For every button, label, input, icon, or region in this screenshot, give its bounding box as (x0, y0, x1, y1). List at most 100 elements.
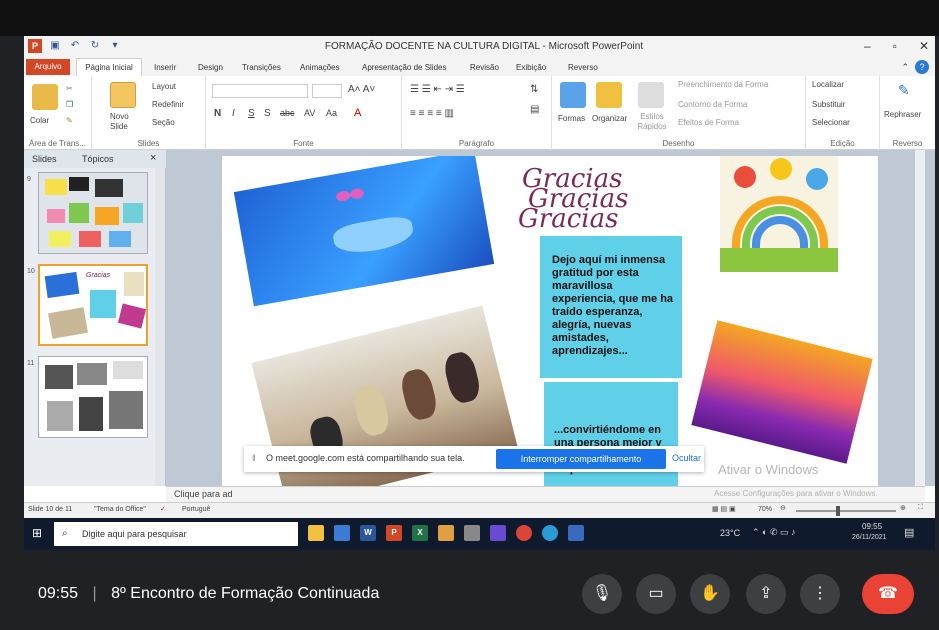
help-icon[interactable]: ? (915, 60, 929, 74)
layout-button[interactable]: Layout (152, 82, 176, 91)
bullets-icon[interactable]: ☰ ☰ ⇤ ⇥ ☰ (410, 84, 465, 95)
underline-icon[interactable]: S (248, 108, 255, 119)
format-painter-icon[interactable]: ✎ (66, 116, 73, 125)
stop-sharing-button[interactable]: Interromper compartilhamento (496, 449, 666, 469)
shape-outline-button[interactable]: Contorno da Forma (678, 100, 747, 109)
view-buttons[interactable]: ▦ ▤ ▣ (712, 505, 736, 513)
new-slide-button[interactable]: Novo Slide (110, 112, 140, 132)
weather-temp[interactable]: 23°C (720, 528, 740, 538)
tab-view[interactable]: Exibição (516, 63, 546, 72)
tab-review[interactable]: Revisão (470, 63, 499, 72)
rephraser-icon[interactable]: ✎ (898, 82, 910, 99)
app-icon[interactable] (438, 525, 454, 541)
gratitude-text-box[interactable]: Dejo aquí mi inmensa gratitud por esta m… (540, 236, 682, 378)
camera-icon[interactable]: ▭ (636, 574, 676, 614)
tab-animations[interactable]: Animações (300, 63, 340, 72)
replace-button[interactable]: Substituir (812, 100, 845, 109)
arrange-button[interactable]: Organizar (592, 114, 627, 123)
zoom-out-icon[interactable]: ⊖ (780, 504, 786, 512)
shape-fill-button[interactable]: Preenchimento da Forma (678, 80, 768, 89)
redo-icon[interactable]: ↻ (88, 39, 102, 53)
arrange-icon[interactable] (596, 82, 622, 108)
more-options-icon[interactable]: ⋮ (800, 574, 840, 614)
cut-icon[interactable]: ✂ (66, 84, 73, 93)
clock-date[interactable]: 26/11/2021 (852, 534, 887, 541)
paste-icon[interactable] (32, 84, 58, 110)
slides-panel-scrollbar[interactable] (155, 168, 165, 486)
close-panel-icon[interactable]: × (150, 152, 156, 164)
font-size-select[interactable] (312, 84, 342, 98)
shadow-icon[interactable]: S (264, 108, 271, 119)
slide-thumbnail-10[interactable]: Gracias (38, 264, 148, 346)
align-text-icon[interactable]: ▤ (530, 104, 539, 115)
reset-button[interactable]: Redefinir (152, 100, 184, 109)
slide-scrollbar[interactable] (915, 150, 925, 486)
spellcheck-icon[interactable]: ✓ (160, 505, 166, 513)
undo-icon[interactable]: ↶ (68, 39, 82, 53)
save-icon[interactable]: ▣ (48, 39, 62, 53)
slide-thumbnail-11[interactable] (38, 356, 148, 438)
slide-thumbnail-9[interactable] (38, 172, 148, 254)
hide-button[interactable]: Ocultar (672, 453, 701, 463)
shapes-button[interactable]: Formas (558, 114, 585, 123)
change-case-icon[interactable]: Aa (326, 108, 337, 118)
raise-hand-icon[interactable]: ✋ (690, 574, 730, 614)
close-icon[interactable]: ✕ (919, 39, 929, 53)
file-explorer-icon[interactable] (308, 525, 324, 541)
quick-styles-icon[interactable] (638, 82, 664, 108)
app-icon[interactable] (464, 525, 480, 541)
app-icon[interactable] (568, 525, 584, 541)
zoom-level[interactable]: 70% (758, 506, 772, 513)
tray-icons[interactable]: ⌃ ◐ ✆ ▭ ♪ (752, 527, 796, 538)
minimize-icon[interactable]: – (864, 39, 871, 53)
tab-slides[interactable]: Slides (32, 154, 57, 164)
taskbar-search-input[interactable]: ⌕ Digite aqui para pesquisar (54, 522, 298, 546)
excel-icon[interactable]: X (412, 525, 428, 541)
tab-outline[interactable]: Tópicos (82, 154, 114, 164)
mail-icon[interactable] (334, 525, 350, 541)
text-direction-icon[interactable]: ⇅ (530, 84, 538, 95)
italic-icon[interactable]: I (232, 108, 235, 119)
quick-styles-button[interactable]: Estilos Rápidos (632, 112, 672, 132)
tab-transitions[interactable]: Transições (242, 63, 281, 72)
align-icons[interactable]: ≡ ≡ ≡ ≡ ▥ (410, 108, 454, 119)
char-spacing-icon[interactable]: AV (304, 108, 315, 118)
maximize-icon[interactable]: ▫ (893, 39, 897, 53)
language[interactable]: Portuguê (182, 506, 210, 513)
end-call-icon[interactable]: ☎ (862, 574, 914, 614)
customize-qat-icon[interactable]: ▾ (108, 39, 122, 53)
collapse-ribbon-icon[interactable]: ⌃ (901, 62, 909, 73)
present-screen-icon[interactable]: ⇪ (746, 574, 786, 614)
tab-insert[interactable]: Inserir (154, 63, 176, 72)
powerpoint-taskbar-icon[interactable]: P (386, 525, 402, 541)
zoom-slider[interactable] (796, 506, 896, 516)
tab-design[interactable]: Design (198, 63, 223, 72)
word-icon[interactable]: W (360, 525, 376, 541)
select-button[interactable]: Selecionar (812, 118, 850, 127)
bold-icon[interactable]: N (214, 108, 221, 119)
grow-font-icon[interactable]: A˄ A˅ (348, 84, 375, 95)
fit-slide-icon[interactable]: ⛶ (918, 504, 923, 512)
drag-handle-icon[interactable]: ‖ (252, 453, 256, 463)
windows-start-icon[interactable]: ⊞ (32, 526, 42, 540)
notifications-icon[interactable]: ▤ (904, 526, 914, 539)
tab-home[interactable]: Página Inicial (76, 58, 142, 76)
new-slide-icon[interactable] (110, 82, 136, 108)
strikethrough-icon[interactable]: abc (280, 108, 295, 118)
zoom-in-icon[interactable]: ⊕ (900, 504, 906, 512)
shapes-icon[interactable] (560, 82, 586, 108)
microphone-icon[interactable]: 🎙 (582, 574, 622, 614)
find-button[interactable]: Localizar (812, 80, 844, 89)
notes-pane[interactable]: Clique para ad Acesse Configurações para… (166, 486, 925, 502)
clock-time[interactable]: 09:55 (862, 522, 882, 531)
font-color-icon[interactable]: A (354, 107, 361, 119)
section-button[interactable]: Seção (152, 118, 175, 127)
font-family-select[interactable] (212, 84, 308, 98)
shape-effects-button[interactable]: Efeitos de Forma (678, 118, 739, 127)
tab-slideshow[interactable]: Apresentação de Slides (362, 63, 447, 72)
chrome-icon[interactable] (516, 525, 532, 541)
tab-file[interactable]: Arquivo (26, 59, 70, 75)
tab-reverso[interactable]: Reverso (568, 63, 598, 72)
paste-button[interactable]: Colar (30, 116, 49, 125)
rephraser-button[interactable]: Rephraser (884, 110, 921, 119)
